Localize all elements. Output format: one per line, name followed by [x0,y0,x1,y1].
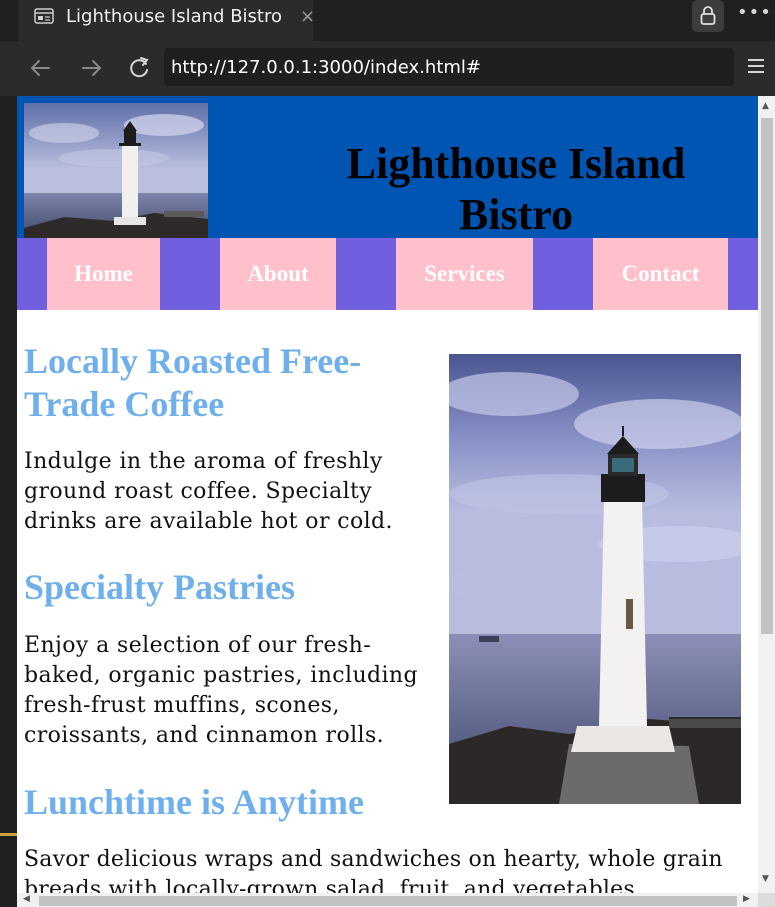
url-text: http://127.0.0.1:3000/index.html# [171,57,482,78]
lock-button[interactable] [692,0,724,32]
header-lighthouse-image [24,103,208,238]
section-heading-pastries: Specialty Pastries [24,567,295,607]
scroll-down-icon[interactable]: ▼ [762,874,769,884]
section-heading-coffee: Locally Roasted Free-Trade Coffee [24,341,362,424]
section-text-pastries: Enjoy a selection of our fresh-baked, or… [24,633,418,748]
scroll-right-icon[interactable]: ▶ [743,894,750,904]
site-header: Lighthouse Island Bistro [17,96,758,239]
window-edge [0,96,17,907]
site-nav: Home About Services Contact [17,238,758,310]
section-text-coffee: Indulge in the aroma of freshly ground r… [24,449,393,534]
vertical-scrollbar[interactable]: ▲ ▼ [758,96,775,893]
page-viewport: Lighthouse Island Bistro Home About Serv… [17,96,758,893]
forward-arrow-icon[interactable] [77,54,105,82]
browser-tab[interactable]: Lighthouse Island Bistro × [18,0,315,41]
vertical-scroll-thumb[interactable] [761,118,773,634]
section-text-lunch: Savor delicious wraps and sandwiches on … [24,847,723,893]
scroll-up-icon[interactable]: ▲ [762,101,769,111]
site-title: Lighthouse Island Bistro [346,139,686,239]
back-arrow-icon[interactable] [27,54,55,82]
section-heading-lunch: Lunchtime is Anytime [24,782,365,822]
nav-link-contact[interactable]: Contact [593,238,728,310]
url-input[interactable]: http://127.0.0.1:3000/index.html# [164,48,734,86]
horizontal-scrollbar[interactable]: ◀ ▶ [17,893,758,907]
scrollbar-corner [758,893,775,907]
reload-icon[interactable] [125,54,153,82]
tab-title: Lighthouse Island Bistro [66,6,282,27]
nav-link-home[interactable]: Home [47,238,160,310]
menu-icon[interactable] [746,57,766,75]
more-options-icon[interactable]: ••• [737,2,772,23]
close-icon[interactable]: × [300,6,315,27]
window-edge-accent [0,833,17,836]
page-icon [34,8,54,24]
scroll-left-icon[interactable]: ◀ [23,894,30,904]
address-toolbar: http://127.0.0.1:3000/index.html# [0,41,775,96]
nav-link-services[interactable]: Services [396,238,533,310]
nav-link-about[interactable]: About [220,238,336,310]
lock-icon [700,6,716,25]
tab-bar: Lighthouse Island Bistro × ••• [0,0,775,41]
horizontal-scroll-thumb[interactable] [39,896,737,906]
lighthouse-image [449,354,741,804]
